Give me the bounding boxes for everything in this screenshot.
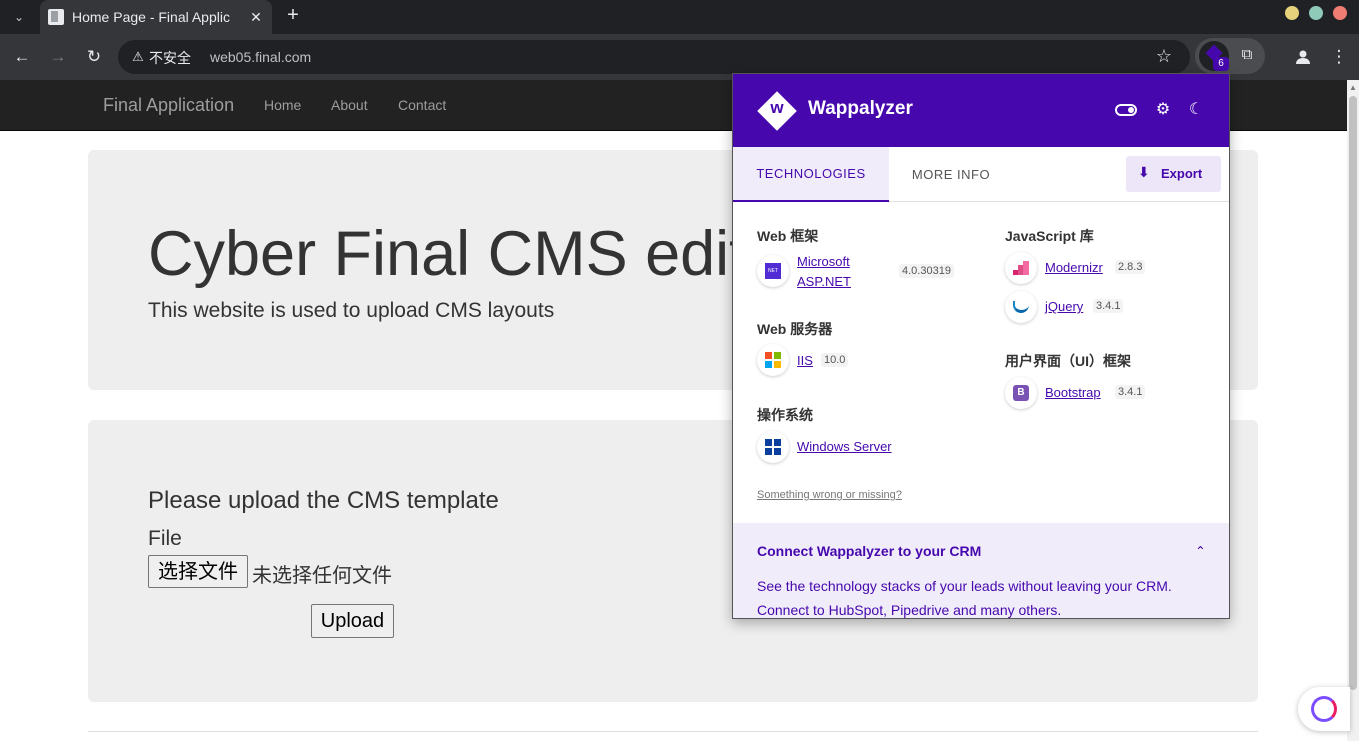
tech-version: 10.0 [821, 353, 849, 367]
wappalyzer-popup: Wappalyzer ⚙ ☾ TECHNOLOGIES MORE INFO ⬇ … [732, 73, 1230, 619]
crm-description: See the technology stacks of your leads … [757, 578, 1172, 618]
tech-version: 3.4.1 [1093, 299, 1124, 313]
assistant-floating-button[interactable] [1298, 687, 1350, 731]
url-text[interactable]: web05.final.com [210, 49, 311, 65]
nav-about[interactable]: About [331, 97, 368, 113]
tech-link-bootstrap[interactable]: Bootstrap [1045, 385, 1101, 400]
wappalyzer-header: Wappalyzer ⚙ ☾ [733, 74, 1229, 147]
download-icon: ⬇ [1138, 164, 1150, 180]
category-web-server: Web 服务器 [757, 321, 833, 337]
wappalyzer-tabs: TECHNOLOGIES MORE INFO ⬇ Export [733, 147, 1229, 202]
tech-link-modernizr[interactable]: Modernizr [1045, 260, 1103, 275]
warning-triangle-icon[interactable]: ⚠ [130, 49, 146, 65]
tech-link-iis[interactable]: IIS [797, 353, 813, 368]
tech-version: 2.8.3 [1115, 260, 1146, 274]
category-os: 操作系统 [757, 407, 813, 423]
tech-version: 4.0.30319 [899, 264, 954, 278]
wappalyzer-title: Wappalyzer [808, 98, 913, 119]
browser-tab[interactable]: Home Page - Final Applic ✕ [40, 0, 272, 34]
extension-badge: 6 [1213, 57, 1229, 71]
profile-icon[interactable] [1291, 45, 1315, 69]
insecure-label[interactable]: 不安全 [149, 48, 191, 68]
window-close-button[interactable] [1333, 6, 1347, 20]
tech-name-line2[interactable]: ASP.NET [797, 274, 851, 289]
tab-close-icon[interactable]: ✕ [248, 9, 264, 26]
settings-gear-icon[interactable]: ⚙ [1152, 99, 1174, 119]
wappalyzer-extension-icon[interactable]: 6 [1199, 41, 1229, 71]
wappalyzer-logo-icon [757, 91, 805, 131]
category-ui-frameworks: 用户界面（UI）框架 [1005, 353, 1131, 369]
scrollbar-thumb[interactable] [1349, 96, 1357, 690]
extensions-puzzle-icon[interactable]: ⧉ [1237, 46, 1257, 66]
bootstrap-icon: B [1005, 377, 1037, 409]
tech-name-line1[interactable]: Microsoft [797, 254, 850, 269]
something-wrong-link[interactable]: Something wrong or missing? [757, 489, 902, 501]
browser-tab-bar: ⌄ Home Page - Final Applic ✕ + [0, 0, 1359, 34]
bookmark-star-icon[interactable]: ☆ [1156, 46, 1172, 67]
tab-search-chevron-icon[interactable]: ⌄ [8, 6, 30, 28]
microsoft-icon [757, 344, 789, 376]
export-label: Export [1161, 166, 1203, 181]
tab-more-info[interactable]: MORE INFO [890, 147, 1012, 202]
toggle-icon[interactable] [1115, 104, 1137, 116]
dotnet-icon: NET [757, 255, 789, 287]
choose-file-button[interactable]: 选择文件 [148, 555, 248, 588]
category-web-framework: Web 框架 [757, 228, 819, 244]
back-arrow-icon[interactable]: ← [10, 45, 34, 69]
windows-icon [757, 431, 789, 463]
window-maximize-button[interactable] [1309, 6, 1323, 20]
tech-link-jquery[interactable]: jQuery [1045, 299, 1083, 314]
nav-home[interactable]: Home [264, 97, 301, 113]
browser-menu-icon[interactable]: ⋮ [1327, 45, 1351, 69]
footer-divider [88, 731, 1258, 732]
page-scrollbar[interactable]: ▲ [1347, 80, 1359, 741]
scroll-up-arrow-icon[interactable]: ▲ [1349, 83, 1357, 92]
forward-arrow-icon[interactable]: → [46, 45, 70, 69]
jquery-icon [1005, 291, 1037, 323]
modernizr-icon [1005, 252, 1037, 284]
upload-heading: Please upload the CMS template [148, 487, 499, 514]
tech-version: 3.4.1 [1115, 385, 1146, 399]
nav-contact[interactable]: Contact [398, 97, 446, 113]
reload-icon[interactable]: ↻ [82, 45, 106, 69]
tech-link-windows-server[interactable]: Windows Server [797, 439, 892, 454]
address-bar[interactable]: ⚠ 不安全 web05.final.com ☆ [118, 40, 1190, 74]
chevron-up-icon[interactable]: ⌄ [1195, 542, 1206, 558]
page-lead: This website is used to upload CMS layou… [148, 299, 555, 322]
window-minimize-button[interactable] [1285, 6, 1299, 20]
site-brand[interactable]: Final Application [103, 95, 234, 116]
tab-title: Home Page - Final Applic [72, 9, 230, 25]
new-tab-button[interactable]: + [282, 4, 304, 26]
page-title: Cyber Final CMS edit [148, 219, 747, 289]
brain-icon [1311, 696, 1337, 722]
upload-button[interactable]: Upload [311, 604, 394, 638]
category-javascript-libraries: JavaScript 库 [1005, 228, 1094, 244]
file-label: File [148, 527, 182, 550]
extensions-group: 6 ⧉ [1195, 38, 1265, 74]
tech-link-microsoft-aspnet[interactable]: Microsoft ASP.NET [797, 252, 851, 292]
tab-technologies[interactable]: TECHNOLOGIES [733, 147, 889, 202]
export-button[interactable]: ⬇ Export [1126, 156, 1221, 192]
dark-mode-moon-icon[interactable]: ☾ [1185, 99, 1207, 119]
page-favicon-icon [48, 9, 64, 25]
crm-panel: Connect Wappalyzer to your CRM ⌄ See the… [733, 523, 1229, 618]
crm-title[interactable]: Connect Wappalyzer to your CRM [757, 543, 981, 559]
no-file-chosen-text: 未选择任何文件 [252, 563, 392, 587]
